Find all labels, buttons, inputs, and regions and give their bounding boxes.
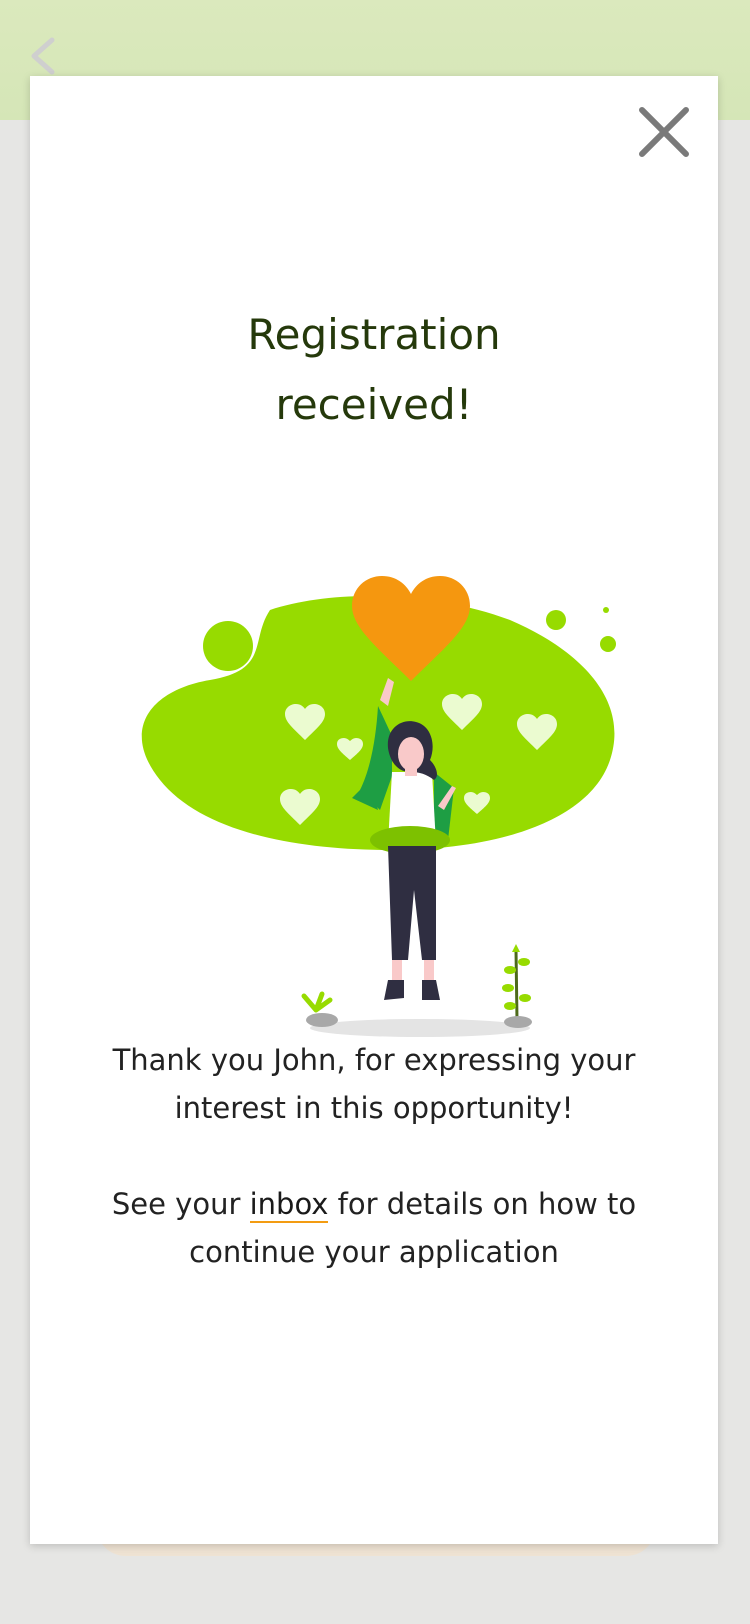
inbox-link[interactable]: inbox	[249, 1187, 329, 1223]
modal-title: Registration received!	[30, 300, 718, 440]
title-line-2: received!	[275, 380, 473, 429]
chevron-left-icon	[24, 34, 68, 78]
title-line-1: Registration	[247, 310, 501, 359]
instructions-prefix: See your	[111, 1187, 250, 1221]
confirmation-message: Thank you John, for expressing your inte…	[70, 1036, 678, 1276]
close-button[interactable]	[634, 102, 694, 162]
registration-modal: Registration received! Thank you John, f…	[30, 76, 718, 1544]
celebration-heart-illustration	[141, 576, 616, 1037]
inbox-instructions: See your inbox for details on how to con…	[70, 1180, 678, 1276]
close-icon	[639, 107, 689, 157]
thank-you-text: Thank you John, for expressing your inte…	[112, 1043, 636, 1125]
